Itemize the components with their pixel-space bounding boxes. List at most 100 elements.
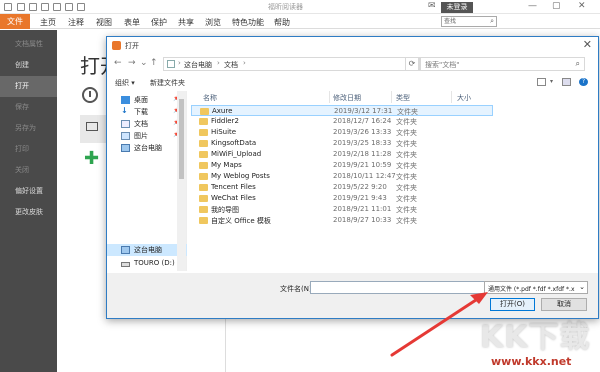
breadcrumb-this-pc[interactable]: 这台电脑 xyxy=(184,60,212,70)
sidebar-item-close[interactable]: 关闭 xyxy=(0,160,57,181)
file-row[interactable]: Fiddler2 2018/12/7 16:24 文件夹 xyxy=(191,116,491,127)
file-name: KingsoftData xyxy=(211,139,257,147)
menu-comment[interactable]: 注释 xyxy=(68,17,84,28)
minimize-icon[interactable]: — xyxy=(528,1,537,11)
nav-scrollbar-thumb[interactable] xyxy=(179,99,184,179)
view-dropdown-icon[interactable]: ▾ xyxy=(550,78,559,86)
sidebar-item-print[interactable]: 打印 xyxy=(0,139,57,160)
add-location-icon[interactable]: ✚ xyxy=(84,148,99,169)
file-name: Tencent Files xyxy=(211,183,256,191)
nav-item-label: 下载 xyxy=(134,108,148,116)
dialog-close-icon[interactable]: ✕ xyxy=(583,38,592,51)
column-divider[interactable] xyxy=(451,91,452,103)
menu-home[interactable]: 主页 xyxy=(40,17,56,28)
column-header-type[interactable]: 类型 xyxy=(396,93,410,103)
sidebar-item-preferences[interactable]: 偏好设置 xyxy=(0,181,57,202)
watermark-url: www.kkx.net xyxy=(491,355,572,368)
cancel-button[interactable]: 取消 xyxy=(541,298,587,311)
column-divider[interactable] xyxy=(391,91,392,103)
sidebar-item-create[interactable]: 创建 xyxy=(0,55,57,76)
nav-item-drive-d[interactable]: TOURO (D:) xyxy=(107,258,187,270)
dialog-search-input[interactable]: 搜索"文档" ⌕ xyxy=(420,57,585,71)
recent-dropdown-icon[interactable]: ⌄ xyxy=(140,58,148,68)
nav-item-label: TOURO (D:) xyxy=(134,259,175,267)
menu-view[interactable]: 视图 xyxy=(96,17,112,28)
dialog-title: 打开 xyxy=(125,42,139,50)
nav-scrollbar[interactable] xyxy=(177,91,186,271)
menu-file[interactable]: 文件 xyxy=(0,14,30,29)
organize-button[interactable]: 组织 ▾ xyxy=(115,78,135,88)
file-row[interactable]: HiSuite 2019/3/26 13:33 文件夹 xyxy=(191,127,491,138)
new-folder-button[interactable]: 新建文件夹 xyxy=(150,78,185,88)
file-row[interactable]: 自定义 Office 模板 2018/9/27 10:33 文件夹 xyxy=(191,215,491,226)
dialog-footer: 文件名(N): ⌄ 通用文件 (*.pdf *.fdf *.xfdf *.x ⌄… xyxy=(107,273,598,318)
print-icon[interactable] xyxy=(41,3,49,11)
menu-protect[interactable]: 保护 xyxy=(151,17,167,28)
dialog-app-icon xyxy=(112,41,121,50)
file-row[interactable]: 我的导图 2018/9/21 11:01 文件夹 xyxy=(191,204,491,215)
file-row[interactable]: My Maps 2019/9/21 10:59 文件夹 xyxy=(191,160,491,171)
file-row[interactable]: WeChat Files 2019/9/21 9:43 文件夹 xyxy=(191,193,491,204)
computer-icon xyxy=(121,144,130,152)
login-button[interactable]: 未登录 xyxy=(441,2,473,13)
folder-icon xyxy=(199,162,208,169)
up-icon[interactable]: ↑ xyxy=(150,58,158,68)
back-icon[interactable]: ← xyxy=(114,58,122,68)
filename-label: 文件名(N): xyxy=(280,285,315,293)
nav-item-desktop[interactable]: 桌面 📌 xyxy=(107,94,187,106)
undo-icon[interactable] xyxy=(65,3,73,11)
sidebar-item-save-as[interactable]: 另存为 xyxy=(0,118,57,139)
close-app-icon[interactable]: ✕ xyxy=(578,1,586,11)
menu-form[interactable]: 表单 xyxy=(124,17,140,28)
forward-icon[interactable]: → xyxy=(128,58,136,68)
breadcrumb-separator: › xyxy=(243,59,246,67)
nav-item-downloads[interactable]: ↓ 下载 📌 xyxy=(107,106,187,118)
column-header-date[interactable]: 修改日期 xyxy=(333,93,361,103)
notification-icon[interactable]: ✉ xyxy=(428,1,436,11)
sidebar-item-properties[interactable]: 文档属性 xyxy=(0,34,57,55)
sidebar-item-skin[interactable]: 更改皮肤 xyxy=(0,202,57,223)
open-icon[interactable] xyxy=(53,3,61,11)
refresh-icon[interactable]: ⟳ xyxy=(405,57,419,71)
menu-browse[interactable]: 浏览 xyxy=(205,17,221,28)
file-type: 文件夹 xyxy=(396,217,417,225)
preview-pane-icon[interactable] xyxy=(562,78,571,86)
nav-item-this-pc[interactable]: 这台电脑 xyxy=(107,142,187,154)
file-date: 2018/10/11 12:47 xyxy=(333,172,396,180)
menubar: 文件 主页 注释 视图 表单 保护 共享 浏览 特色功能 帮助 查找 ⌕ xyxy=(0,14,600,29)
sidebar-item-save[interactable]: 保存 xyxy=(0,97,57,118)
file-type: 文件夹 xyxy=(396,140,417,148)
nav-item-documents[interactable]: 文档 📌 xyxy=(107,118,187,130)
app-search-input[interactable]: 查找 ⌕ xyxy=(441,16,497,27)
file-row[interactable]: MiWiFi_Upload 2019/2/18 11:28 文件夹 xyxy=(191,149,491,160)
column-divider[interactable] xyxy=(329,91,330,103)
file-name: Fiddler2 xyxy=(211,117,239,125)
redo-icon[interactable] xyxy=(77,3,85,11)
nav-item-this-pc-selected[interactable]: 这台电脑 xyxy=(107,244,187,256)
sidebar-item-open[interactable]: 打开 xyxy=(0,76,57,97)
help-icon[interactable]: ? xyxy=(579,78,588,86)
address-bar[interactable]: › 这台电脑 › 文档 › ⌄ xyxy=(163,57,452,71)
open-button[interactable]: 打开(O) xyxy=(490,298,535,311)
menu-features[interactable]: 特色功能 xyxy=(232,17,264,28)
menu-help[interactable]: 帮助 xyxy=(274,17,290,28)
drive-icon xyxy=(121,262,130,267)
file-row[interactable]: Axure 2019/3/12 17:31 文件夹 xyxy=(191,105,493,116)
file-row[interactable]: KingsoftData 2019/3/25 18:33 文件夹 xyxy=(191,138,491,149)
filetype-select[interactable]: 通用文件 (*.pdf *.fdf *.xfdf *.x ⌄ xyxy=(484,281,588,294)
file-name: My Maps xyxy=(211,161,242,169)
menu-share[interactable]: 共享 xyxy=(178,17,194,28)
nav-item-pictures[interactable]: 图片 📌 xyxy=(107,130,187,142)
breadcrumb-documents[interactable]: 文档 xyxy=(224,60,238,70)
column-header-size[interactable]: 大小 xyxy=(457,93,471,103)
file-type: 文件夹 xyxy=(396,118,417,126)
folder-icon xyxy=(199,195,208,202)
save-icon[interactable] xyxy=(29,3,37,11)
recent-clock-icon[interactable] xyxy=(82,87,98,103)
view-options-icon[interactable] xyxy=(537,78,546,86)
new-icon[interactable] xyxy=(17,3,25,11)
file-row[interactable]: Tencent Files 2019/5/22 9:20 文件夹 xyxy=(191,182,491,193)
file-row[interactable]: My Weblog Posts 2018/10/11 12:47 文件夹 xyxy=(191,171,491,182)
column-header-name[interactable]: 名称 xyxy=(203,93,217,103)
maximize-icon[interactable]: ▢ xyxy=(552,1,561,11)
